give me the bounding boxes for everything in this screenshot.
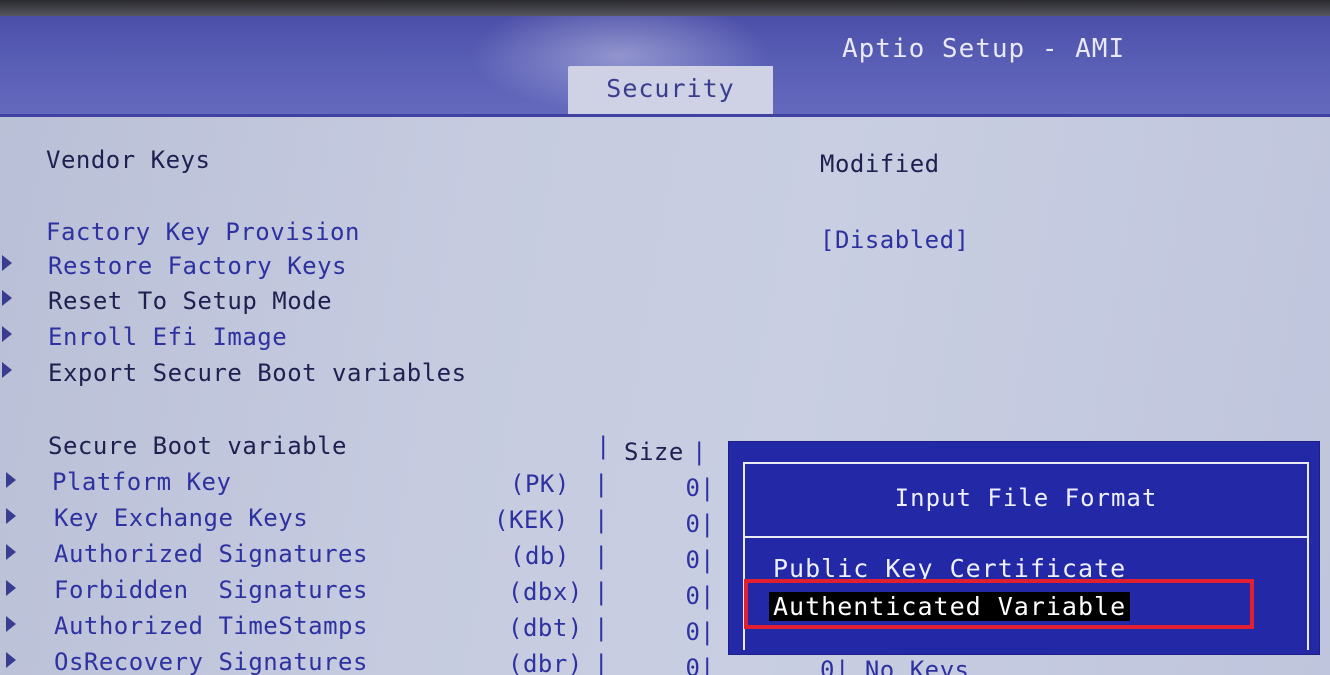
dialog-title: Input File Format xyxy=(894,484,1158,512)
variable-name: Authorized TimeStamps xyxy=(54,612,368,640)
table-column-separator: | xyxy=(594,470,609,498)
table-column-separator: | xyxy=(594,650,609,675)
variable-size: 0 xyxy=(685,618,700,646)
variable-abbr: (PK) xyxy=(510,470,570,498)
vendor-keys-label: Vendor Keys xyxy=(46,146,211,174)
table-column-separator: | xyxy=(594,578,609,606)
submenu-arrow-icon xyxy=(6,652,16,668)
variable-size: 0 xyxy=(685,582,700,610)
table-column-separator: | xyxy=(700,546,715,574)
table-column-separator: | xyxy=(596,432,611,460)
table-column-separator: | xyxy=(700,618,715,646)
dialog-title-divider xyxy=(745,536,1307,538)
variable-key-count: 0| No Keys xyxy=(820,656,970,675)
table-column-separator: | xyxy=(700,510,715,538)
table-header-size: Size xyxy=(624,438,684,466)
submenu-arrow-icon xyxy=(2,326,12,342)
monitor-bezel xyxy=(0,0,1330,16)
table-column-separator: | xyxy=(692,438,707,466)
table-column-separator: | xyxy=(594,614,609,642)
table-header-variable: Secure Boot variable xyxy=(48,432,347,460)
menu-item-label: Reset To Setup Mode xyxy=(48,287,333,315)
submenu-arrow-icon xyxy=(6,544,16,560)
variable-name: Forbidden Signatures xyxy=(54,576,368,604)
header-divider xyxy=(0,114,1330,117)
bios-screen: Aptio Setup - AMI Security Vendor Keys M… xyxy=(0,0,1330,675)
app-title: Aptio Setup - AMI xyxy=(842,34,1126,64)
menu-item-label: Export Secure Boot variables xyxy=(48,359,467,387)
variable-name: OsRecovery Signatures xyxy=(54,648,368,675)
variable-size: 0 xyxy=(685,474,700,502)
table-column-separator: | xyxy=(700,582,715,610)
variable-abbr: (dbr) xyxy=(508,650,583,675)
variable-name: Key Exchange Keys xyxy=(54,504,309,532)
submenu-arrow-icon xyxy=(6,580,16,596)
table-column-separator: | xyxy=(594,542,609,570)
vendor-keys-value: Modified xyxy=(820,150,940,178)
menu-item-label: Restore Factory Keys xyxy=(48,252,347,280)
submenu-arrow-icon xyxy=(6,508,16,524)
variable-size: 0 xyxy=(685,546,700,574)
table-column-separator: | xyxy=(700,474,715,502)
variable-abbr: (dbx) xyxy=(508,578,583,606)
variable-abbr: (db) xyxy=(510,542,570,570)
submenu-arrow-icon xyxy=(6,472,16,488)
submenu-arrow-icon xyxy=(2,255,12,271)
variable-abbr: (dbt) xyxy=(508,614,583,642)
variable-size: 0 xyxy=(685,510,700,538)
variable-abbr: (KEK) xyxy=(494,506,569,534)
tab-security[interactable]: Security xyxy=(568,66,773,114)
table-column-separator: | xyxy=(594,506,609,534)
factory-key-provision-value[interactable]: [Disabled] xyxy=(820,226,970,254)
table-column-separator: | xyxy=(700,654,715,675)
factory-key-provision-label[interactable]: Factory Key Provision xyxy=(46,218,360,246)
submenu-arrow-icon xyxy=(2,362,12,378)
variable-name: Platform Key xyxy=(52,468,232,496)
variable-name: Authorized Signatures xyxy=(54,540,368,568)
highlight-annotation-box xyxy=(744,579,1254,629)
menu-item-label: Enroll Efi Image xyxy=(48,323,288,351)
submenu-arrow-icon xyxy=(6,616,16,632)
submenu-arrow-icon xyxy=(2,290,12,306)
variable-size: 0 xyxy=(685,654,700,675)
